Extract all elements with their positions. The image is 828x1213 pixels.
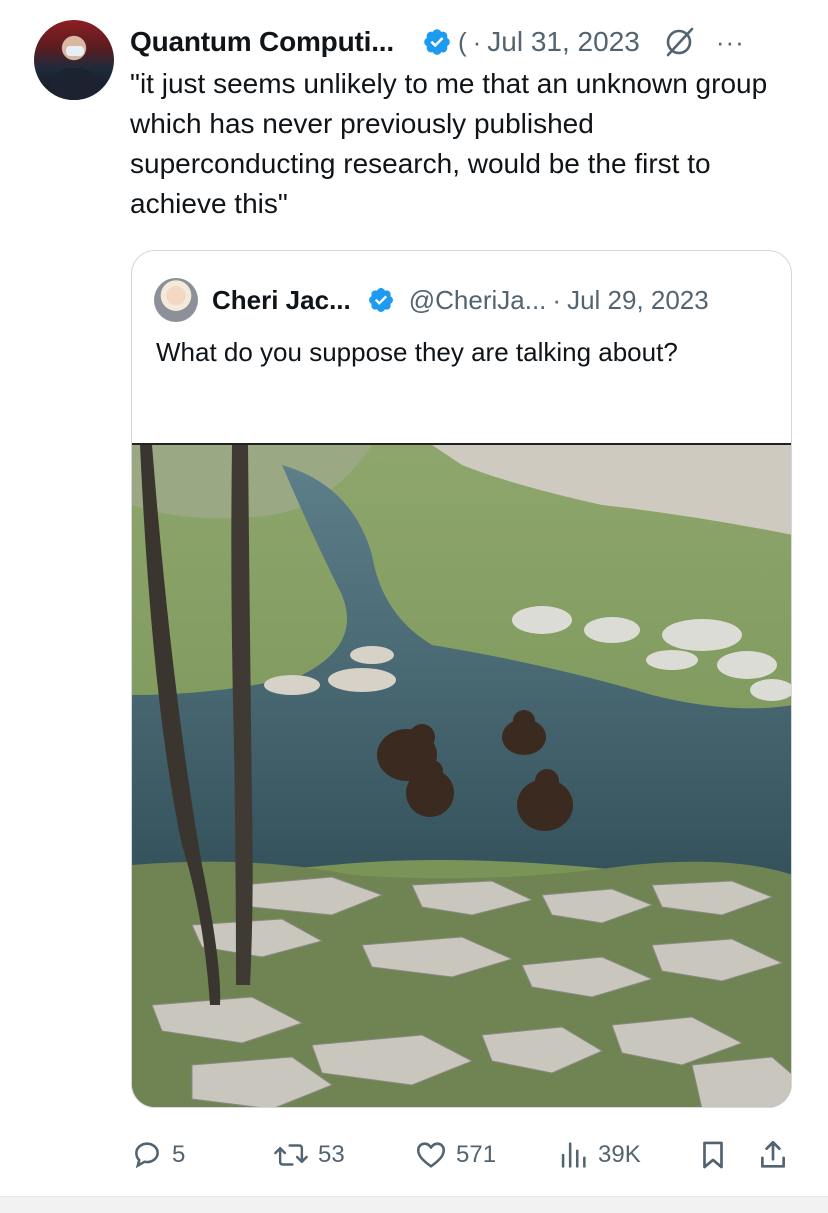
quoted-photo-bears-in-river[interactable] [132,443,791,1107]
quote-author-handle[interactable]: @CheriJa... [409,285,547,316]
author-handle[interactable]: ( [458,27,467,58]
grok-icon[interactable] [662,25,696,59]
bookmark-button[interactable] [696,1134,730,1176]
tweet-actions: 5 53 571 39K [130,1134,800,1176]
reply-button[interactable]: 5 [130,1134,185,1176]
quote-author-avatar[interactable] [154,278,198,322]
author-name[interactable]: Quantum Computi... [130,26,394,58]
verified-badge-icon [422,27,452,57]
verified-badge-icon [367,286,395,314]
avatar-mask-detail [66,46,84,56]
heart-icon [416,1142,446,1168]
reply-count: 5 [172,1141,186,1168]
quote-date[interactable]: Jul 29, 2023 [567,285,709,316]
like-button[interactable]: 571 [414,1134,496,1176]
quoted-tweet-card[interactable]: Cheri Jac... @CheriJa... · Jul 29, 2023 … [131,250,792,1108]
tweet-date[interactable]: Jul 31, 2023 [487,26,640,58]
quote-text: What do you suppose they are talking abo… [156,337,678,367]
separator-dot: · [472,26,482,57]
retweet-icon [274,1144,308,1166]
views-count: 39K [598,1141,641,1168]
avatar-body-detail [48,68,102,100]
separator-dot: · [552,284,562,315]
retweet-count: 53 [318,1141,345,1168]
quote-author-name[interactable]: Cheri Jac... [212,285,351,316]
bookmark-icon [703,1141,723,1169]
views-chart-icon [561,1142,586,1168]
tweet-text: "it just seems unlikely to me that an un… [130,68,768,219]
views-button[interactable]: 39K [556,1134,641,1176]
bottom-divider [0,1196,828,1213]
share-icon [761,1140,785,1168]
author-avatar[interactable] [34,20,114,100]
more-options-icon[interactable]: ··· [716,27,745,58]
tweet-header: Quantum Computi... ( · Jul 31, 2023 ··· [130,22,798,62]
photo-illustration [132,445,791,1107]
share-button[interactable] [756,1134,790,1176]
quote-header: Cheri Jac... @CheriJa... · Jul 29, 2023 [154,278,781,322]
like-count: 571 [456,1141,497,1168]
retweet-button[interactable]: 53 [272,1134,345,1176]
reply-icon [135,1142,159,1169]
